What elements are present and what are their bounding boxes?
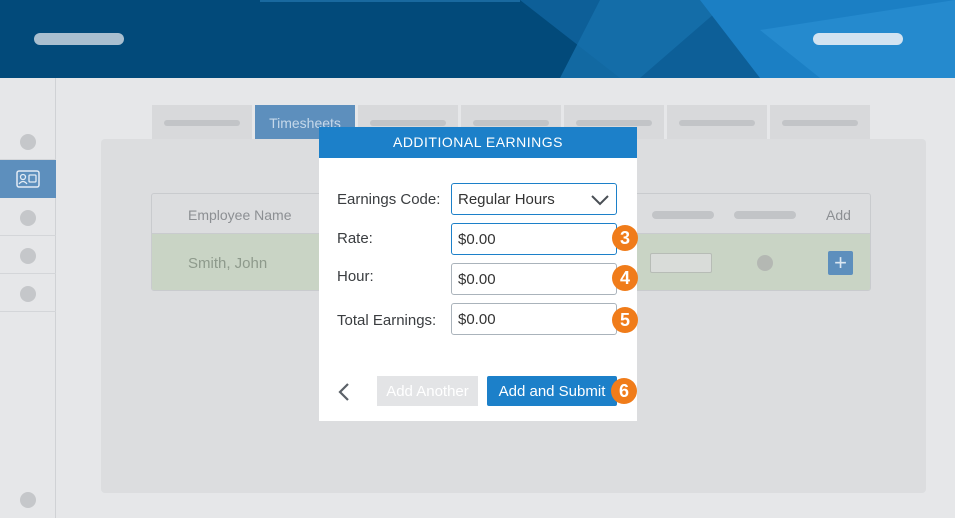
sidebar-item-icon — [20, 210, 36, 226]
rate-input[interactable] — [451, 223, 617, 255]
step-badge-5: 5 — [612, 307, 638, 333]
sidebar-item-1[interactable] — [0, 122, 56, 160]
column-add: Add — [826, 207, 851, 223]
column-employee-name: Employee Name — [188, 207, 292, 223]
column-placeholder — [734, 211, 796, 219]
total-earnings-input[interactable] — [451, 303, 617, 335]
header-decoration — [260, 0, 955, 78]
row-input[interactable] — [650, 253, 712, 273]
column-placeholder — [652, 211, 714, 219]
sidebar-item-icon — [20, 286, 36, 302]
employee-name-cell: Smith, John — [188, 255, 268, 272]
chevron-left-icon — [338, 383, 349, 401]
tab-1[interactable] — [152, 105, 252, 139]
earnings-code-label: Earnings Code: — [337, 191, 441, 208]
step-badge-4: 4 — [612, 265, 638, 291]
modal-title: ADDITIONAL EARNINGS — [319, 127, 637, 158]
rate-label: Rate: — [337, 230, 373, 247]
sidebar-item-timesheets[interactable] — [0, 160, 56, 198]
hour-label: Hour: — [337, 268, 374, 285]
back-button[interactable] — [335, 380, 355, 404]
sidebar-item-5[interactable] — [0, 274, 56, 312]
sidebar-item-4[interactable] — [0, 236, 56, 274]
sidebar — [0, 78, 56, 518]
sidebar-item-icon — [20, 248, 36, 264]
tab-7[interactable] — [770, 105, 870, 139]
total-earnings-label: Total Earnings: — [337, 312, 437, 329]
sidebar-item-icon — [20, 134, 36, 150]
earnings-code-select[interactable]: Regular Hours — [451, 183, 617, 215]
header-title-placeholder — [34, 33, 124, 45]
plus-icon[interactable]: + — [828, 251, 853, 275]
row-status-dot — [757, 255, 773, 271]
step-badge-6: 6 — [611, 378, 637, 404]
chevron-down-icon — [591, 195, 609, 206]
add-and-submit-button[interactable]: Add and Submit — [487, 376, 617, 406]
tab-6[interactable] — [667, 105, 767, 139]
header-user-placeholder[interactable] — [813, 33, 903, 45]
add-another-button[interactable]: Add Another — [377, 376, 478, 406]
sidebar-bottom-icon[interactable] — [20, 492, 36, 508]
earnings-code-value: Regular Hours — [458, 191, 555, 208]
app-header — [0, 0, 955, 78]
hour-input[interactable] — [451, 263, 617, 295]
additional-earnings-modal: ADDITIONAL EARNINGS Earnings Code: Regul… — [319, 127, 638, 421]
sidebar-item-3[interactable] — [0, 198, 56, 236]
step-badge-3: 3 — [612, 225, 638, 251]
id-card-icon — [16, 170, 40, 188]
